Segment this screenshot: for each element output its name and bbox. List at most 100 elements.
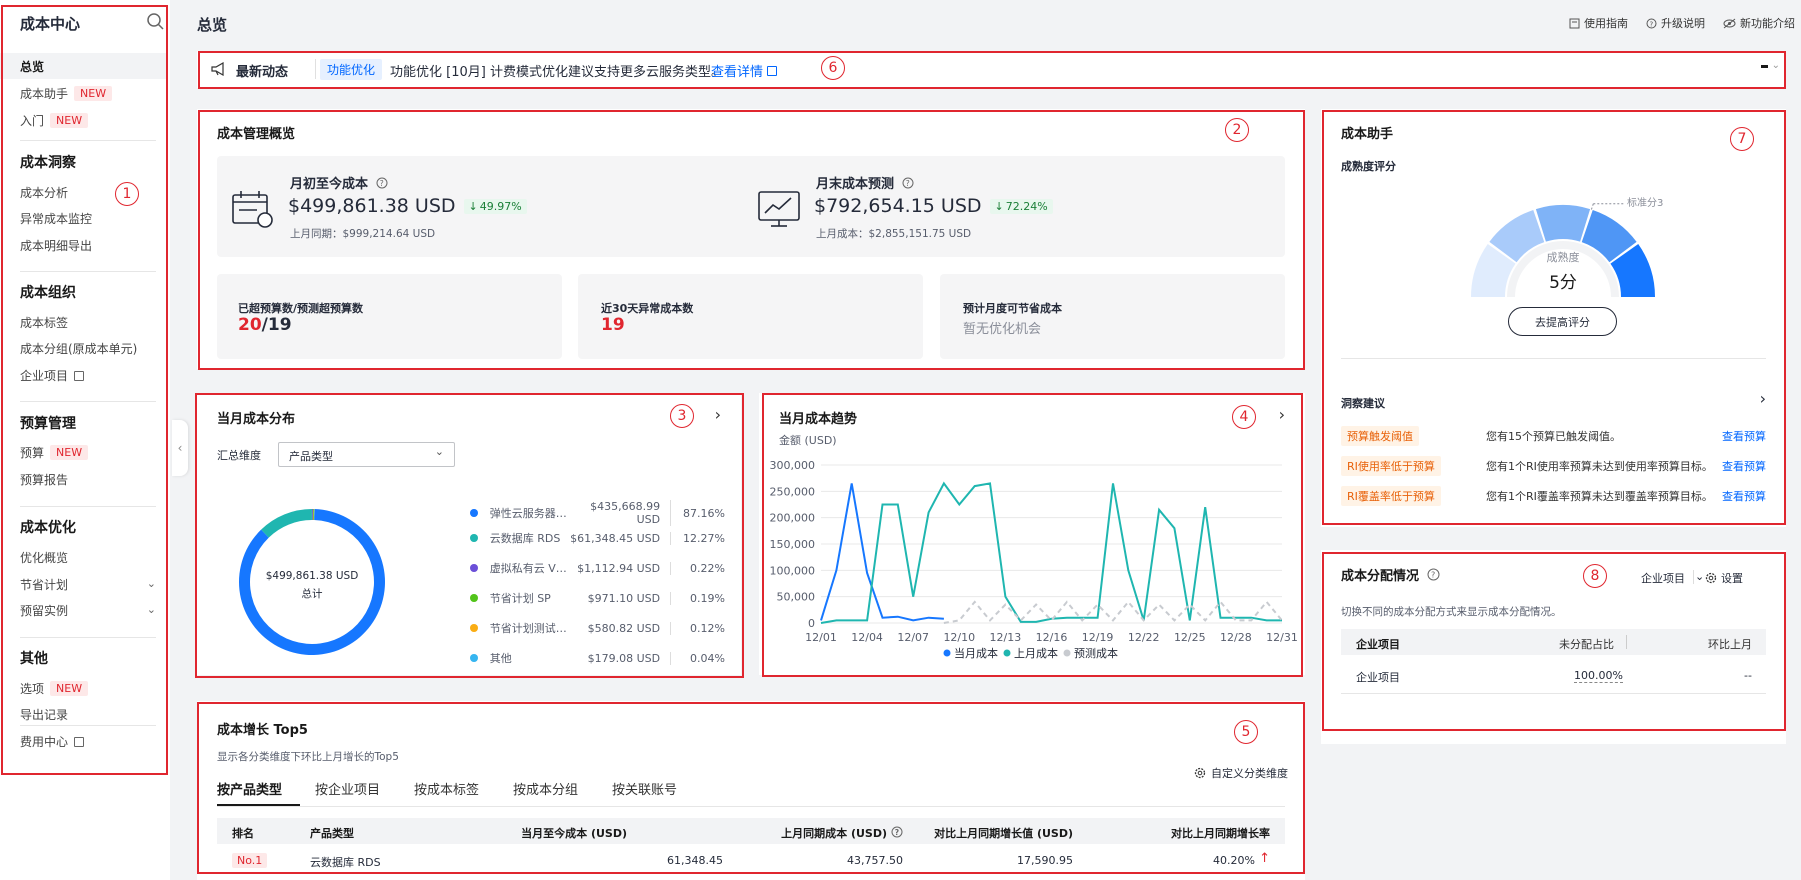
improve-score-button[interactable]: 去提高评分 [1508,307,1617,336]
sidebar-item-billing-center[interactable]: 费用中心 [20,733,85,750]
legend-item[interactable]: 弹性云服务器 ECS$435,668.99 USD 87.16% [470,500,725,526]
column-header: 环比上月 [1708,638,1752,651]
new-badge: NEW [50,445,89,460]
chevron-down-icon[interactable]: ⌄ [147,603,156,616]
sidebar-item-label: 预算 [20,446,45,460]
sidebar-group-budget: 预算管理 [20,416,76,432]
settings-button[interactable]: 设置 [1705,570,1743,586]
sidebar-item-budget-report[interactable]: 预算报告 [20,471,68,488]
sidebar-item-anomaly-monitor[interactable]: 异常成本监控 [20,210,92,227]
view-budget-link[interactable]: 查看预算 [1722,458,1766,474]
x-tick-label: 12/13 [990,631,1022,644]
new-badge: NEW [74,86,113,101]
sidebar-item-cost-groups[interactable]: 成本分组(原成本单元) [20,340,137,357]
project-link[interactable]: 企业项目 [1356,669,1400,685]
sidebar-item-cost-analysis[interactable]: 成本分析 [20,184,68,201]
legend-item[interactable]: 节省计划测试云服务$580.82 USD 0.12% [470,620,725,636]
donut-slice [311,509,313,521]
annotation-marker: 5 [1234,720,1258,744]
over-budget-count: 20 [238,315,262,335]
y-tick-label: 250,000 [770,485,816,498]
chevron-right-icon[interactable]: › [715,405,721,424]
insight-tag: 预算触发阈值 [1341,426,1419,446]
sidebar-item-budget[interactable]: 预算 NEW [20,444,89,461]
divider [1626,635,1627,649]
chevron-right-icon[interactable]: › [1760,389,1766,408]
sidebar-item-detail-export[interactable]: 成本明细导出 [20,237,92,254]
y-axis-label: 金额 (USD) [779,433,837,447]
chevron-down-icon[interactable]: ⌄ [147,577,156,590]
chevron-down-icon: ⌄ [434,445,444,458]
sidebar-item-savings-plan[interactable]: 节省计划 [20,576,156,593]
chevron-right-icon[interactable]: › [1279,405,1285,424]
x-tick-label: 12/22 [1128,631,1160,644]
x-tick-label: 12/25 [1174,631,1206,644]
tab-linked-account[interactable]: 按关联账号 [612,779,677,798]
card-title: 当月成本趋势 [779,412,858,427]
tab-cost-tag[interactable]: 按成本标签 [414,779,479,798]
sidebar-item-label: 节省计划 [20,578,69,592]
help-icon[interactable]: ? [891,826,903,838]
sidebar-collapse-handle[interactable]: ‹ [172,420,188,476]
insight-text: 您有15个预算已触发阈值。 [1486,430,1621,443]
growth-value-cell: 17,590.95 [1017,854,1073,867]
dimension-select[interactable]: 产品类型 ⌄ [278,442,455,467]
legend-item[interactable]: 虚拟私有云 VPC $1,112.94 USD 0.22% [470,560,725,576]
sidebar-item-cost-tags[interactable]: 成本标签 [20,314,68,331]
help-icon[interactable]: ? [902,177,914,189]
sidebar-item-export-records[interactable]: 导出记录 [20,706,68,723]
allocation-table-header: 企业项目 未分配占比 环比上月 [1341,629,1766,655]
help-icon[interactable]: ? [1427,568,1440,581]
sidebar-group-organization: 成本组织 [20,285,76,301]
sidebar-item-reserved-instances[interactable]: 预留实例 [20,602,68,619]
gear-icon [1705,572,1717,584]
svg-text:?: ? [380,179,384,188]
series-line [943,600,1283,624]
legend-item[interactable]: 其他 $179.08 USD 0.04% [470,650,725,666]
card-title: 成本助手 [1341,127,1394,142]
mtd-cost-value: $499,861.38 USD [288,195,456,217]
legend-item[interactable]: 节省计划 SP $971.10 USD 0.19% [470,590,725,606]
new-features-link[interactable]: 新功能介绍 [1723,15,1795,31]
pager-indicator[interactable] [1761,65,1768,68]
sidebar-item-enterprise-projects[interactable]: 企业项目 [20,367,85,384]
sidebar-item-cost-assistant[interactable]: 成本助手 NEW [20,85,113,102]
sidebar-item-label: 异常成本监控 [20,212,93,226]
column-header: 当月至今成本 (USD) [521,827,627,840]
help-icon[interactable]: ? [376,177,388,189]
sidebar-item-optimization-overview[interactable]: 优化概览 [20,549,68,566]
column-header: 排名 [232,827,254,840]
allocation-select[interactable]: 企业项目 ⌄ [1641,570,1704,586]
custom-dimension-button[interactable]: 自定义分类维度 [1194,765,1288,781]
legend-item[interactable]: 云数据库 RDS $61,348.45 USD 12.27% [470,530,725,546]
annotation-marker: 6 [821,56,845,80]
sidebar-item-options[interactable]: 选项 NEW [20,680,89,697]
sidebar-item-overview[interactable]: 总览 [0,53,168,79]
card-title: 成本管理概览 [217,127,296,142]
tab-product-type[interactable]: 按产品类型 [217,779,282,798]
donut-total-label: 总计 [301,588,323,600]
sidebar-group-optimization: 成本优化 [20,520,76,536]
new-badge: NEW [50,113,89,128]
anomaly-panel[interactable] [578,274,923,359]
search-icon[interactable] [146,12,166,32]
news-details-link[interactable]: 查看详情 [711,61,778,80]
tab-enterprise-project[interactable]: 按企业项目 [315,779,380,798]
legend-pct: 0.04% [690,651,725,665]
sidebar-item-getting-started[interactable]: 入门 NEW [20,112,89,129]
donut-slice [261,509,312,538]
product-link[interactable]: 云数据库 RDS [310,854,381,870]
insight-tag: RI覆盖率低于预算 [1341,486,1441,506]
view-budget-link[interactable]: 查看预算 [1722,428,1766,444]
upgrade-notes-link[interactable]: ? 升级说明 [1646,15,1705,31]
view-budget-link[interactable]: 查看预算 [1722,488,1766,504]
legend-value: $435,668.99 USD [569,500,672,526]
legend-value: $61,348.45 USD [569,531,672,545]
calendar-chart-icon [232,191,273,228]
y-tick-label: 300,000 [770,459,816,472]
user-guide-link[interactable]: 使用指南 [1569,15,1628,31]
legend-dot [470,654,478,662]
tab-cost-group[interactable]: 按成本分组 [513,779,578,798]
saving-panel[interactable] [940,274,1285,359]
chevron-down-icon[interactable]: ⌄ [1772,60,1780,71]
